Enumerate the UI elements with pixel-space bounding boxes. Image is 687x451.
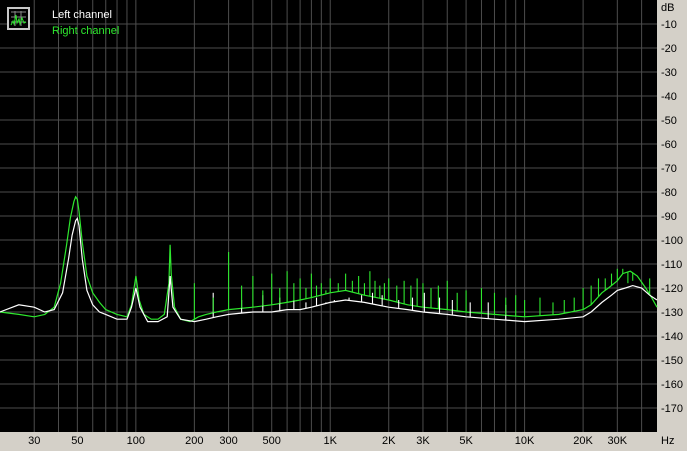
x-tick-label: 1K — [323, 435, 337, 447]
y-axis-ticks: -10 -20 -30 -40 -50 -60 -70 -80 -90 -100 -110 -120 -… — [661, 19, 683, 415]
x-tick-label: 50 — [71, 435, 83, 447]
x-tick-label: 30K — [608, 435, 628, 447]
y-tick-label: -50 — [661, 115, 677, 127]
y-tick-label: -150 — [661, 355, 683, 367]
x-tick-label: 10K — [515, 435, 535, 447]
x-tick-label: 200 — [185, 435, 203, 447]
spectrum-chart: -10 -20 -30 -40 -50 -60 -70 -80 -90 -100 -110 -120 -… — [0, 0, 683, 447]
x-tick-label: 500 — [263, 435, 281, 447]
x-tick-label: 20K — [573, 435, 593, 447]
x-tick-label: 100 — [127, 435, 145, 447]
x-axis-ticks: 30 50 100 200 300 500 1K 2K 3K 5K 10K 20K 30K — [28, 435, 628, 447]
y-tick-label: -120 — [661, 283, 683, 295]
y-unit-label: dB — [661, 2, 674, 14]
y-tick-label: -80 — [661, 187, 677, 199]
y-tick-label: -110 — [661, 259, 682, 271]
x-tick-label: 2K — [382, 435, 396, 447]
y-tick-label: -10 — [661, 19, 677, 31]
y-tick-label: -160 — [661, 379, 683, 391]
y-tick-label: -130 — [661, 307, 683, 319]
x-tick-label: 30 — [28, 435, 40, 447]
y-tick-label: -90 — [661, 211, 677, 223]
y-tick-label: -170 — [661, 403, 683, 415]
y-tick-label: -140 — [661, 331, 683, 343]
x-tick-label: 5K — [459, 435, 473, 447]
legend-right-channel: Right channel — [52, 25, 119, 37]
y-tick-label: -40 — [661, 91, 677, 103]
x-unit-label: Hz — [661, 435, 674, 447]
y-tick-label: -70 — [661, 163, 677, 175]
legend-left-channel: Left channel — [52, 9, 112, 21]
spectrum-window: -10 -20 -30 -40 -50 -60 -70 -80 -90 -100 -110 -120 -… — [0, 0, 687, 451]
y-tick-label: -30 — [661, 67, 677, 79]
x-tick-label: 300 — [219, 435, 237, 447]
spectrum-icon[interactable] — [7, 7, 30, 30]
y-tick-label: -60 — [661, 139, 677, 151]
y-tick-label: -100 — [661, 235, 683, 247]
y-tick-label: -20 — [661, 43, 677, 55]
x-tick-label: 3K — [416, 435, 430, 447]
